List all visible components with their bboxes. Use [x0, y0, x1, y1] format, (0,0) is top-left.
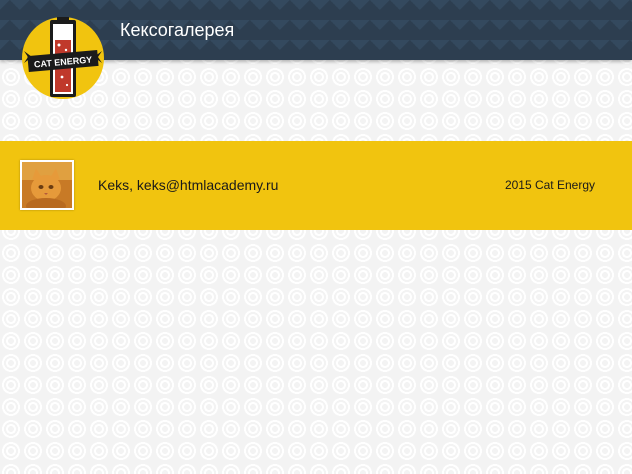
author-contact: Keks, keks@htmlacademy.ru — [98, 177, 279, 193]
author-avatar — [20, 160, 74, 210]
battery-logo-icon: CAT ENERGY — [24, 17, 102, 97]
site-title: Кексогалерея — [120, 20, 235, 40]
copyright-text: 2015 Cat Energy — [504, 178, 595, 192]
cat-photo-icon — [22, 162, 72, 208]
site-footer: Keks, keks@htmlacademy.ru 2015 Cat Energ… — [0, 141, 632, 230]
cat-energy-logo[interactable]: CAT ENERGY — [22, 17, 104, 99]
